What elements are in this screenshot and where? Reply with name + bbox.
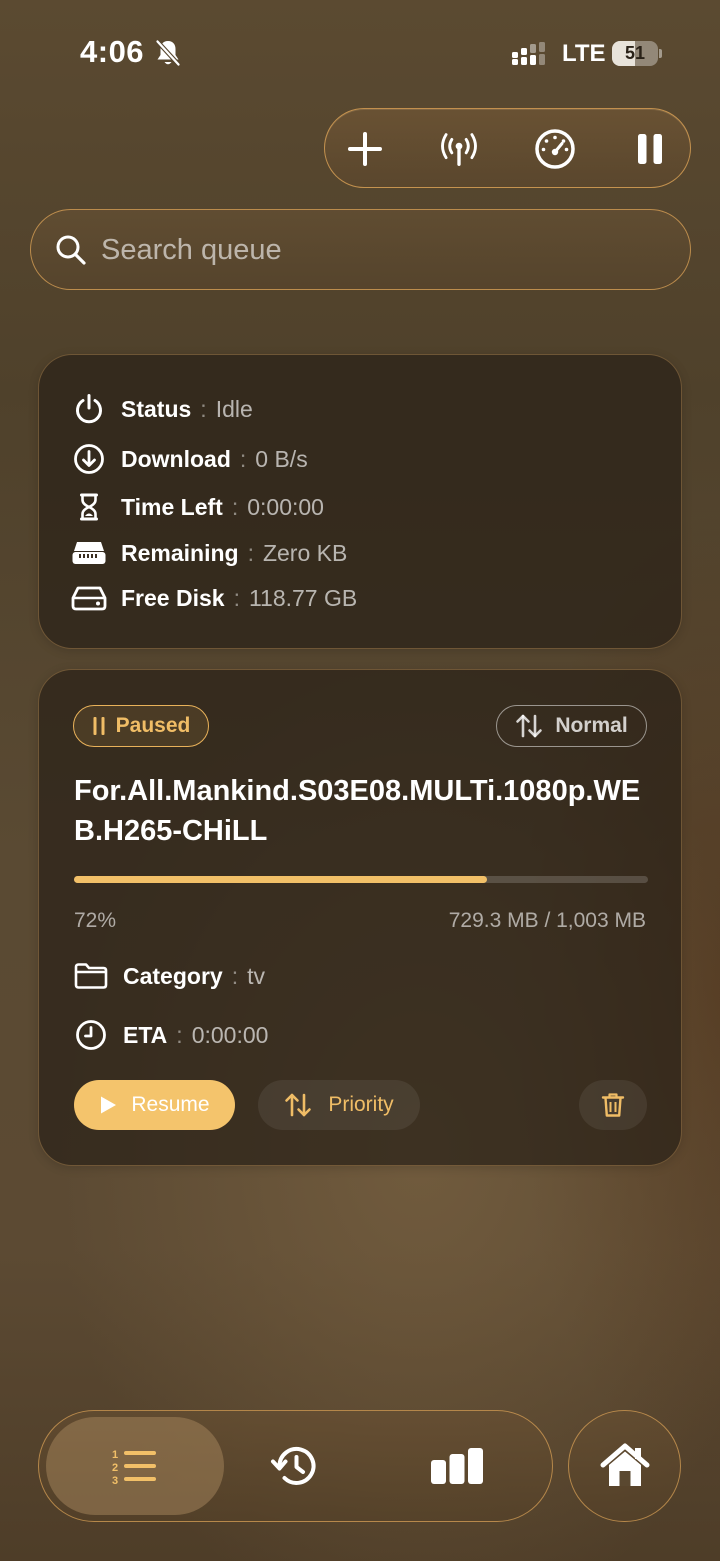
tab-history[interactable]	[247, 1417, 342, 1515]
delete-button[interactable]	[579, 1080, 647, 1130]
battery-icon: 51	[612, 41, 662, 66]
search-input[interactable]	[101, 226, 661, 274]
job-title: For.All.Mankind.S03E08.MULTi.1080p.WEB.H…	[74, 775, 641, 847]
speed-limit-button[interactable]	[533, 127, 577, 171]
signal-icon	[512, 42, 545, 65]
remaining-label: Remaining	[121, 539, 239, 566]
status-row: Status : Idle	[71, 392, 253, 426]
category-label: Category	[123, 962, 223, 989]
resume-button[interactable]: Resume	[74, 1080, 235, 1130]
category-value: tv	[247, 962, 265, 989]
pause-all-button[interactable]	[628, 127, 672, 171]
power-icon	[76, 394, 102, 424]
time-left-value: 0:00:00	[247, 493, 324, 520]
home-button[interactable]	[568, 1410, 681, 1522]
svg-text:2: 2	[112, 1462, 118, 1474]
network-label: LTE	[562, 40, 606, 67]
resume-label: Resume	[131, 1093, 210, 1116]
priority-button-label: Priority	[328, 1093, 394, 1116]
search-icon	[56, 235, 86, 265]
progress-bar	[74, 876, 648, 883]
tab-stats[interactable]	[409, 1417, 504, 1515]
trash-icon	[601, 1093, 625, 1117]
history-icon	[270, 1446, 315, 1485]
progress-percent: 72%	[74, 909, 117, 932]
free-disk-value: 118.77 GB	[248, 584, 358, 611]
priority-badge: Normal	[496, 705, 647, 747]
hourglass-icon	[80, 493, 98, 521]
status-value: Idle	[215, 395, 253, 422]
remaining-value: Zero KB	[262, 539, 348, 566]
battery-level: 51	[624, 43, 646, 63]
status-bar: 4:06 LTE 51	[0, 0, 720, 100]
free-disk-row: Free Disk : 118.77 GB	[71, 581, 357, 615]
free-disk-label: Free Disk	[121, 584, 225, 611]
time-left-row: Time Left : 0:00:00	[71, 490, 324, 524]
remaining-row: Remaining : Zero KB	[71, 536, 347, 570]
eta-row: ETA : 0:00:00	[73, 1018, 268, 1052]
paused-status-label: Paused	[115, 714, 191, 737]
svg-text:3: 3	[112, 1475, 118, 1486]
priority-button[interactable]: Priority	[258, 1080, 420, 1130]
drive-icon	[72, 542, 106, 564]
eta-value: 0:00:00	[191, 1021, 269, 1048]
folder-icon	[74, 963, 108, 989]
server-stats-card: Status : Idle Download : 0 B/s Time Left	[38, 354, 682, 649]
clock-icon	[76, 1020, 106, 1050]
home-icon	[600, 1443, 649, 1486]
download-label: Download	[121, 445, 231, 472]
speedometer-icon	[535, 129, 575, 169]
queue-item-card[interactable]: Paused Normal For.All.Mankind.S03E08.MUL…	[38, 669, 682, 1166]
hard-disk-icon	[71, 586, 107, 611]
download-value: 0 B/s	[255, 445, 308, 472]
pause-icon	[638, 134, 662, 164]
stats-icon	[430, 1448, 483, 1484]
status-label: Status	[121, 395, 192, 422]
sort-arrows-icon	[285, 1093, 312, 1117]
paused-status-badge: Paused	[73, 705, 209, 747]
progress-size: 729.3 MB / 1,003 MB	[448, 909, 646, 932]
tab-queue[interactable]: 1 2 3	[46, 1417, 224, 1515]
sort-arrows-icon	[516, 714, 543, 738]
svg-text:1: 1	[112, 1449, 118, 1461]
download-row: Download : 0 B/s	[71, 442, 308, 476]
download-icon	[74, 444, 104, 474]
broadcast-icon	[441, 133, 477, 166]
eta-label: ETA	[123, 1021, 168, 1048]
queue-list-icon: 1 2 3	[112, 1449, 156, 1486]
progress-fill	[74, 876, 488, 883]
bell-slash-icon	[155, 39, 181, 67]
plus-icon	[348, 132, 382, 166]
broadcast-button[interactable]	[437, 127, 481, 171]
top-toolbar	[324, 108, 691, 188]
time-left-label: Time Left	[121, 493, 223, 520]
search-bar	[30, 209, 691, 290]
add-button[interactable]	[343, 127, 387, 171]
pause-icon	[93, 717, 105, 735]
priority-badge-label: Normal	[555, 714, 628, 737]
bottom-tab-bar: 1 2 3	[38, 1410, 553, 1522]
category-row: Category : tv	[73, 959, 265, 993]
play-icon	[101, 1096, 117, 1114]
status-time: 4:06	[80, 34, 145, 69]
